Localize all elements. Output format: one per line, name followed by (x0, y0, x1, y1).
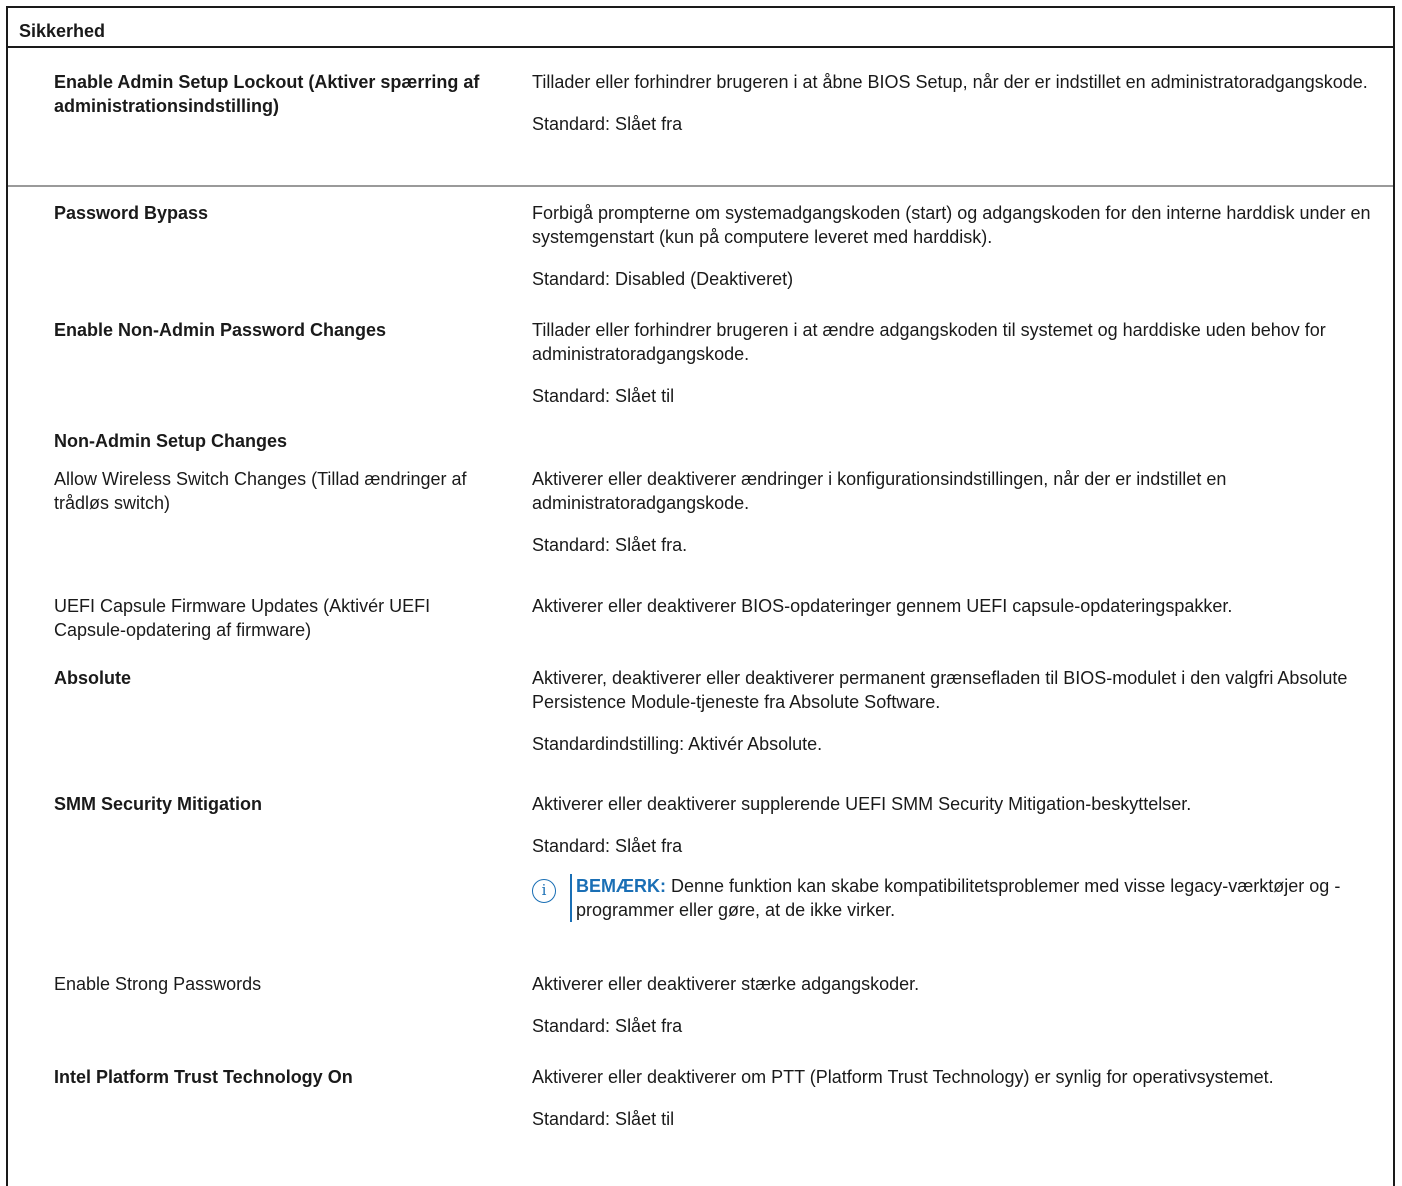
setting-label: UEFI Capsule Firmware Updates (Aktivér U… (54, 596, 431, 640)
setting-default: Standard: Slået til (532, 1109, 675, 1129)
setting-default: Standard: Disabled (Deaktiveret) (532, 269, 794, 289)
setting-description: Aktiverer eller deaktiverer supplerende … (532, 794, 1192, 814)
setting-label: Allow Wireless Switch Changes (Tillad æn… (54, 469, 467, 513)
info-icon: i (532, 879, 556, 903)
setting-description-cell: Aktiverer eller deaktiverer ændringer i … (532, 467, 1382, 557)
setting-description: Aktiverer, deaktiverer eller deaktiverer… (532, 668, 1348, 712)
setting-description: Aktiverer eller deaktiverer om PTT (Plat… (532, 1067, 1274, 1087)
table-row-wireless-switch-changes: Allow Wireless Switch Changes (Tillad æn… (8, 457, 1393, 594)
setting-default: Standardindstilling: Aktivér Absolute. (532, 734, 823, 754)
setting-description-cell: Aktiverer eller deaktiverer om PTT (Plat… (532, 1065, 1382, 1131)
table-row-absolute: Absolute Aktiverer, deaktiverer eller de… (8, 666, 1393, 792)
setting-description: Aktiverer eller deaktiverer ændringer i … (532, 469, 1227, 513)
setting-description: Aktiverer eller deaktiverer stærke adgan… (532, 974, 920, 994)
table-row-intel-ptt: Intel Platform Trust Technology On Aktiv… (8, 1065, 1393, 1175)
setting-label: Absolute (54, 668, 132, 688)
note-body: BEMÆRK: Denne funktion kan skabe kompati… (570, 874, 1382, 922)
setting-description-cell: Aktiverer, deaktiverer eller deaktiverer… (532, 666, 1382, 756)
note-text: Denne funktion kan skabe kompatibilitets… (576, 876, 1341, 920)
setting-label: Enable Admin Setup Lockout (Aktiver spær… (54, 72, 480, 116)
setting-label: Intel Platform Trust Technology On (54, 1067, 353, 1087)
setting-description-cell: Aktiverer eller deaktiverer supplerende … (532, 792, 1382, 922)
table-row-admin-setup-lockout: Enable Admin Setup Lockout (Aktiver spær… (8, 48, 1393, 187)
setting-description: Forbigå prompterne om systemadgangskoden… (532, 203, 1371, 247)
table-header: Sikkerhed (8, 8, 1393, 48)
setting-description: Tillader eller forhindrer brugeren i at … (532, 72, 1368, 92)
table-row-smm-security-mitigation: SMM Security Mitigation Aktiverer eller … (8, 792, 1393, 972)
table-row-password-bypass: Password Bypass Forbigå prompterne om sy… (8, 187, 1393, 306)
setting-label: SMM Security Mitigation (54, 794, 263, 814)
setting-default: Standard: Slået til (532, 386, 675, 406)
table-row-strong-passwords: Enable Strong Passwords Aktiverer eller … (8, 972, 1393, 1065)
setting-description-cell: Forbigå prompterne om systemadgangskoden… (532, 201, 1382, 291)
setting-label: Enable Strong Passwords (54, 974, 262, 994)
setting-default: Standard: Slået fra (532, 836, 683, 856)
table-row-non-admin-password-changes: Enable Non-Admin Password Changes Tillad… (8, 306, 1393, 427)
setting-description-cell: Aktiverer eller deaktiverer BIOS-opdater… (532, 594, 1382, 618)
setting-default: Standard: Slået fra (532, 114, 683, 134)
setting-default: Standard: Slået fra. (532, 535, 688, 555)
section-label: Non-Admin Setup Changes (54, 431, 287, 451)
table-row-non-admin-setup-changes: Non-Admin Setup Changes (8, 427, 1393, 457)
setting-description-cell: Tillader eller forhindrer brugeren i at … (532, 70, 1382, 136)
setting-description: Aktiverer eller deaktiverer BIOS-opdater… (532, 596, 1233, 616)
security-settings-table: Sikkerhed Enable Admin Setup Lockout (Ak… (6, 6, 1395, 1186)
setting-default: Standard: Slået fra (532, 1016, 683, 1036)
setting-description: Tillader eller forhindrer brugeren i at … (532, 320, 1326, 364)
setting-description-cell: Tillader eller forhindrer brugeren i at … (532, 318, 1382, 408)
note-label: BEMÆRK: (576, 876, 666, 896)
note-callout: i BEMÆRK: Denne funktion kan skabe kompa… (532, 874, 1382, 922)
table-row-uefi-capsule-updates: UEFI Capsule Firmware Updates (Aktivér U… (8, 594, 1393, 666)
setting-label: Password Bypass (54, 203, 209, 223)
setting-label: Enable Non-Admin Password Changes (54, 320, 387, 340)
setting-description-cell: Aktiverer eller deaktiverer stærke adgan… (532, 972, 1382, 1038)
